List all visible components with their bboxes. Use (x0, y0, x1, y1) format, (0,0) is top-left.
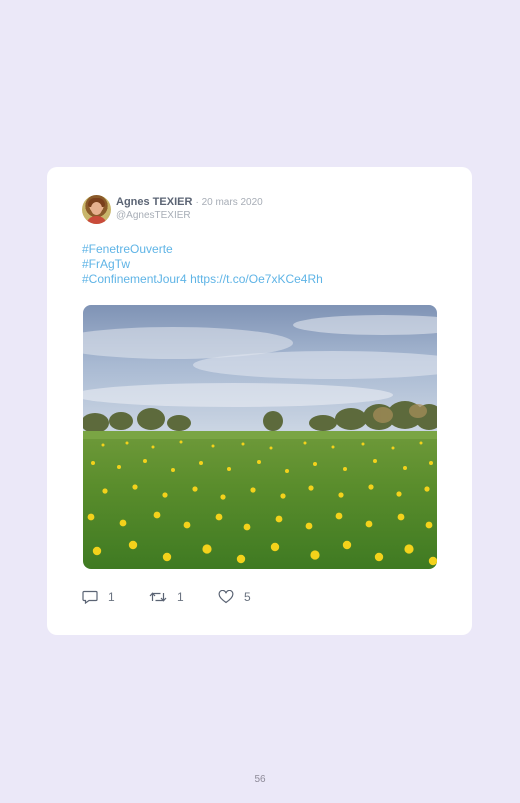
heart-icon (218, 590, 234, 604)
avatar-face (91, 202, 102, 215)
hashtag-link[interactable]: #FrAgTw (82, 257, 323, 272)
avatar[interactable] (82, 195, 111, 224)
tweet-text: #FenetreOuverte #FrAgTw #ConfinementJour… (82, 242, 323, 287)
retweet-icon (149, 592, 167, 602)
avatar-shirt (86, 216, 107, 224)
tweet-card: Agnes TEXIER · 20 mars 2020 @AgnesTEXIER… (47, 167, 472, 635)
reply-count: 1 (108, 590, 115, 604)
retweet-count: 1 (177, 590, 184, 604)
author-name[interactable]: Agnes TEXIER (116, 196, 192, 208)
like-button[interactable]: 5 (218, 590, 251, 604)
dandelion-field-photo (83, 305, 437, 569)
reply-button[interactable]: 1 (82, 590, 115, 604)
hashtag-url-line[interactable]: #ConfinementJour4 https://t.co/Oe7xKCe4R… (82, 272, 323, 287)
hashtag-link[interactable]: #FenetreOuverte (82, 242, 323, 257)
page-number: 56 (254, 774, 266, 785)
tweet-date[interactable]: · 20 mars 2020 (195, 197, 262, 208)
author-row: Agnes TEXIER · 20 mars 2020 (116, 196, 263, 208)
comment-icon (82, 590, 98, 604)
tweet-photo[interactable] (83, 305, 437, 569)
like-count: 5 (244, 590, 251, 604)
retweet-button[interactable]: 1 (149, 590, 184, 604)
author-handle[interactable]: @AgnesTEXIER (116, 210, 191, 221)
